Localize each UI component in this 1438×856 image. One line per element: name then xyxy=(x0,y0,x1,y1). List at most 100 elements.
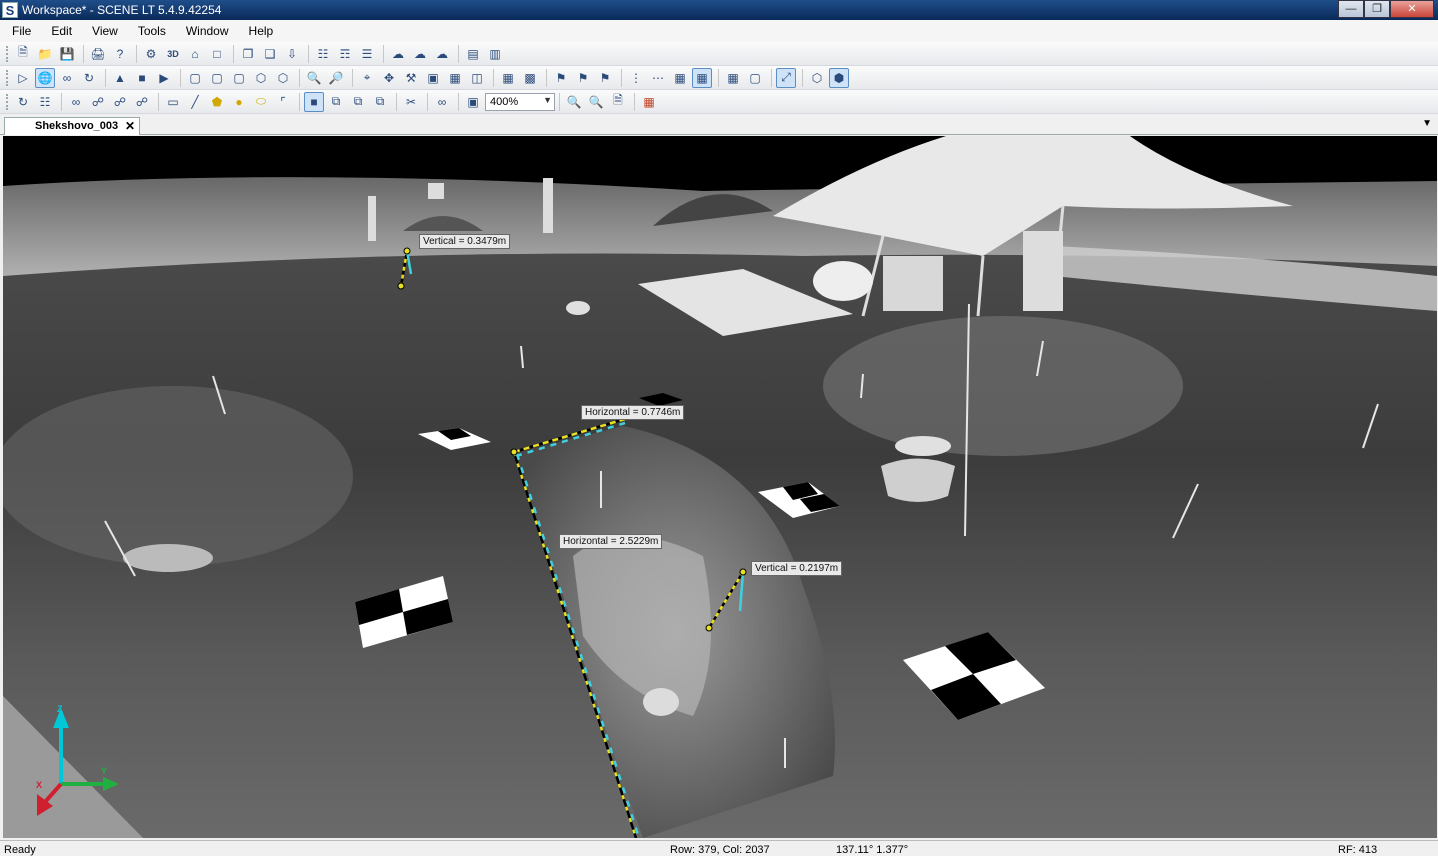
orbit-icon[interactable]: ↻ xyxy=(79,68,99,88)
flag-1-icon[interactable]: ⚑ xyxy=(551,68,571,88)
corner-select-icon[interactable]: ⌜ xyxy=(273,92,293,112)
document-icon[interactable]: 🗎 xyxy=(608,92,628,112)
link-3-icon[interactable]: ☍ xyxy=(110,92,130,112)
help-icon[interactable]: ? xyxy=(110,44,130,64)
scan-icon[interactable]: ⚙ xyxy=(141,44,161,64)
menu-view[interactable]: View xyxy=(84,22,126,40)
layout-icon[interactable]: ▦ xyxy=(723,68,743,88)
move-icon[interactable]: ✥ xyxy=(379,68,399,88)
layer-1-icon[interactable]: ⧉ xyxy=(326,92,346,112)
status-text: Ready xyxy=(4,844,36,856)
save-icon[interactable]: 💾 xyxy=(57,44,77,64)
camera-icon[interactable]: ▣ xyxy=(423,68,443,88)
play-icon[interactable]: ▷ xyxy=(13,68,33,88)
menu-file[interactable]: File xyxy=(4,22,39,40)
3d-view-icon[interactable]: 3D xyxy=(163,44,183,64)
export-icon[interactable]: ⇩ xyxy=(282,44,302,64)
point-cloud-viewport[interactable]: Vertical = 0.3479m Horizontal = 0.7746m … xyxy=(3,136,1437,838)
grid-selected-icon[interactable]: ▦ xyxy=(692,67,712,88)
zoom-in-2-icon[interactable]: 🔍 xyxy=(586,92,606,112)
circle-select-icon[interactable]: ● xyxy=(229,92,249,112)
point-cloud-render xyxy=(3,136,1437,838)
measurement-label[interactable]: Horizontal = 0.7746m xyxy=(581,405,685,420)
dots-1-icon[interactable]: ⋮ xyxy=(626,68,646,88)
fit-icon[interactable]: ▣ xyxy=(463,92,483,112)
list-icon[interactable]: ▤ xyxy=(463,44,483,64)
link-2-icon[interactable]: ☍ xyxy=(88,92,108,112)
menu-window[interactable]: Window xyxy=(178,22,237,40)
tab-list-icon[interactable]: ▼ xyxy=(1422,118,1432,129)
close-tab-icon[interactable]: ✕ xyxy=(125,119,135,133)
measurement-label[interactable]: Horizontal = 2.5229m xyxy=(559,534,663,549)
layout-off-icon[interactable]: ▢ xyxy=(745,68,765,88)
cluster-icon[interactable]: ☶ xyxy=(335,44,355,64)
title-bar: S Workspace* - SCENE LT 5.4.9.42254 — ❐ … xyxy=(0,0,1438,20)
zoom-out-icon[interactable]: 🔎 xyxy=(326,68,346,88)
picture-icon[interactable]: ▦ xyxy=(445,68,465,88)
link-4-icon[interactable]: ☍ xyxy=(132,92,152,112)
tab-shekshovo[interactable]: Shekshovo_003 ✕ xyxy=(4,117,140,135)
menu-tools[interactable]: Tools xyxy=(130,22,174,40)
home-icon[interactable]: ⌂ xyxy=(185,44,205,64)
rotate-icon[interactable]: ↻ xyxy=(13,92,33,112)
status-bar: Ready Row: 379, Col: 2037 137.11° 1.377°… xyxy=(0,840,1438,856)
scans-icon[interactable]: ☰ xyxy=(357,44,377,64)
open-folder-icon[interactable]: 📁 xyxy=(35,44,55,64)
polygon-select-icon[interactable]: ⬟ xyxy=(207,92,227,112)
cube-5-icon[interactable]: ⬡ xyxy=(273,68,293,88)
link-1-icon[interactable]: ∞ xyxy=(66,92,86,112)
cloud-icon[interactable]: ☁ xyxy=(388,44,408,64)
properties-icon[interactable]: ▥ xyxy=(485,44,505,64)
new-workspace-icon[interactable]: 🗎 xyxy=(13,44,33,64)
flag-3-icon[interactable]: ⚑ xyxy=(595,68,615,88)
diagonal-icon[interactable]: ⤢ xyxy=(776,67,796,88)
square-mode-icon[interactable]: ■ xyxy=(304,91,324,112)
cube-2-icon[interactable]: ▢ xyxy=(207,68,227,88)
restore-button[interactable]: ❐ xyxy=(1364,0,1390,18)
ellipse-select-icon[interactable]: ⬭ xyxy=(251,92,271,112)
palette-icon[interactable]: ▦ xyxy=(639,92,659,112)
measurement-label[interactable]: Vertical = 0.2197m xyxy=(751,561,843,576)
globe-icon[interactable]: 🌐 xyxy=(35,67,55,88)
menu-help[interactable]: Help xyxy=(241,22,282,40)
window-title: Workspace* - SCENE LT 5.4.9.42254 xyxy=(22,3,222,17)
view-front-icon[interactable]: ■ xyxy=(132,68,152,88)
unlink-icon[interactable]: ∞ xyxy=(432,92,452,112)
view-side-icon[interactable]: ▶ xyxy=(154,68,174,88)
display-icon[interactable]: ◫ xyxy=(467,68,487,88)
register-icon[interactable]: ☷ xyxy=(313,44,333,64)
menu-edit[interactable]: Edit xyxy=(43,22,80,40)
zoom-level-select[interactable]: 400% ▼ xyxy=(485,92,555,111)
view-top-icon[interactable]: ▲ xyxy=(110,68,130,88)
zoom-out-2-icon[interactable]: 🔍 xyxy=(564,92,584,112)
paste-icon[interactable]: ❑ xyxy=(260,44,280,64)
box-icon[interactable]: ⬡ xyxy=(807,68,827,88)
measurement-label[interactable]: Vertical = 0.3479m xyxy=(419,234,511,249)
cube-1-icon[interactable]: ▢ xyxy=(185,68,205,88)
cube-3-icon[interactable]: ▢ xyxy=(229,68,249,88)
table-icon[interactable]: ▩ xyxy=(520,68,540,88)
minimize-button[interactable]: — xyxy=(1338,0,1364,18)
box-selected-icon[interactable]: ⬢ xyxy=(829,67,849,88)
tools-icon[interactable]: ⚒ xyxy=(401,68,421,88)
rectangle-select-icon[interactable]: ▭ xyxy=(163,92,183,112)
network-icon[interactable]: ☷ xyxy=(35,92,55,112)
zoom-in-icon[interactable]: 🔍 xyxy=(304,68,324,88)
crop-icon[interactable]: ⌖ xyxy=(357,68,377,88)
close-button[interactable]: ✕ xyxy=(1390,0,1434,18)
line-select-icon[interactable]: ╱ xyxy=(185,92,205,112)
cloud-up-icon[interactable]: ☁ xyxy=(410,44,430,64)
scissors-icon[interactable]: ✂ xyxy=(401,92,421,112)
cube-4-icon[interactable]: ⬡ xyxy=(251,68,271,88)
layer-2-icon[interactable]: ⧉ xyxy=(348,92,368,112)
copy-icon[interactable]: ❐ xyxy=(238,44,258,64)
dots-2-icon[interactable]: ⋯ xyxy=(648,68,668,88)
grid-icon[interactable]: ▦ xyxy=(498,68,518,88)
grid-small-icon[interactable]: ▦ xyxy=(670,68,690,88)
flag-2-icon[interactable]: ⚑ xyxy=(573,68,593,88)
walk-icon[interactable]: ∞ xyxy=(57,68,77,88)
frame-icon[interactable]: □ xyxy=(207,44,227,64)
layer-3-icon[interactable]: ⧉ xyxy=(370,92,390,112)
print-icon[interactable]: 🖨 xyxy=(88,44,108,64)
cloud-down-icon[interactable]: ☁ xyxy=(432,44,452,64)
